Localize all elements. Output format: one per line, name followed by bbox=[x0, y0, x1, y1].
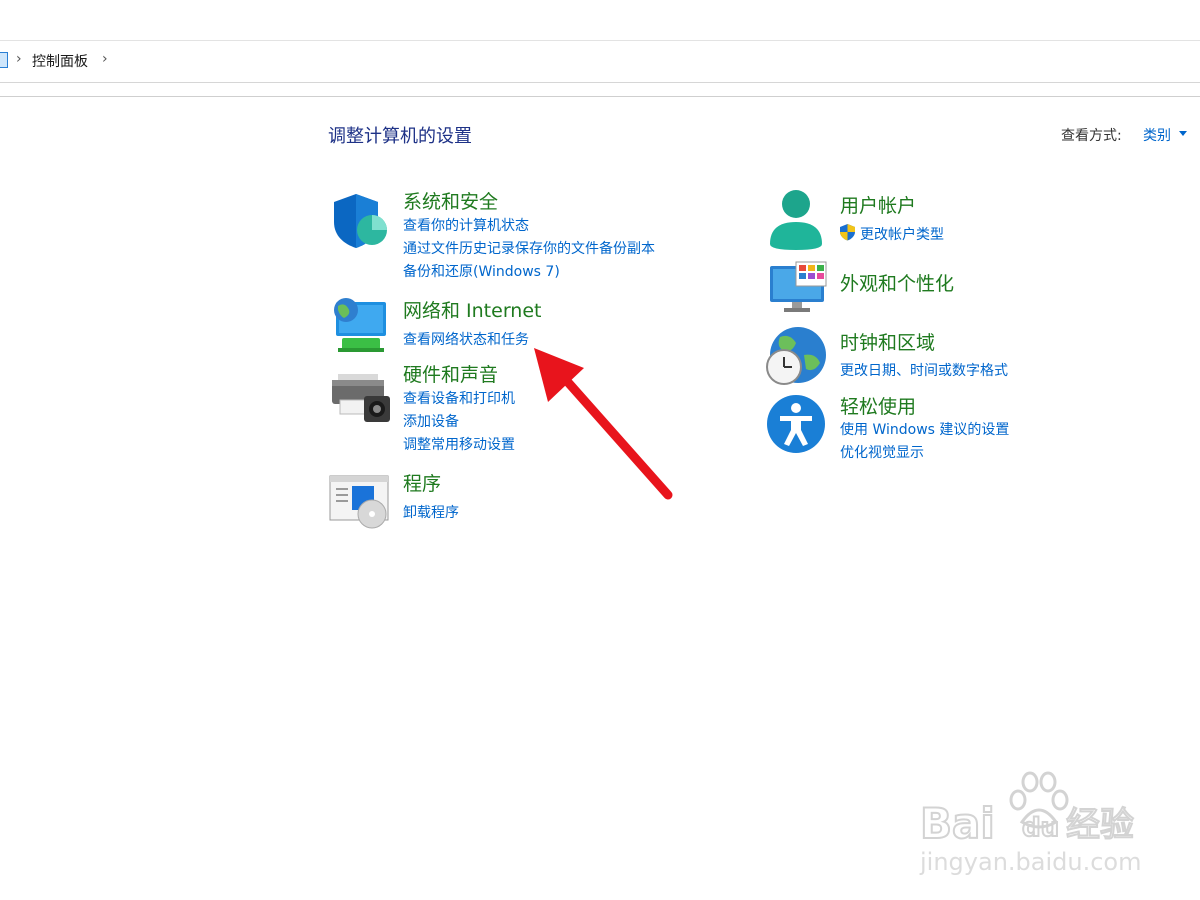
address-bar[interactable] bbox=[0, 41, 1200, 83]
baidu-watermark-logo: Bai du 经验 jingyan.baidu.com bbox=[919, 771, 1141, 876]
breadcrumb-control-panel[interactable]: 控制面板 bbox=[32, 51, 88, 71]
link-change-date-time-format[interactable]: 更改日期、时间或数字格式 bbox=[840, 360, 1008, 380]
link-view-computer-status[interactable]: 查看你的计算机状态 bbox=[403, 215, 529, 235]
svg-text:jingyan.baidu.com: jingyan.baidu.com bbox=[919, 848, 1141, 876]
link-network-status-tasks[interactable]: 查看网络状态和任务 bbox=[403, 329, 529, 349]
link-devices-printers[interactable]: 查看设备和打印机 bbox=[403, 388, 515, 408]
printer-icon[interactable] bbox=[330, 370, 392, 426]
link-change-account-type[interactable]: 更改帐户类型 bbox=[860, 224, 944, 244]
breadcrumb-chevron-icon[interactable]: › bbox=[102, 51, 108, 67]
link-recommended-settings[interactable]: 使用 Windows 建议的设置 bbox=[840, 419, 1009, 439]
category-appearance-personalization[interactable]: 外观和个性化 bbox=[840, 269, 954, 296]
category-user-accounts[interactable]: 用户帐户 bbox=[840, 191, 916, 218]
accessibility-icon[interactable] bbox=[766, 394, 826, 454]
shield-icon[interactable] bbox=[330, 190, 390, 250]
control-panel-mini-icon bbox=[0, 52, 8, 68]
category-programs[interactable]: 程序 bbox=[403, 469, 441, 496]
user-icon[interactable] bbox=[766, 188, 826, 250]
category-clock-region[interactable]: 时钟和区域 bbox=[840, 328, 935, 355]
title-bar bbox=[0, 0, 1200, 41]
breadcrumb-chevron-icon[interactable]: › bbox=[16, 51, 22, 67]
monitor-icon[interactable] bbox=[766, 260, 830, 314]
link-backup-restore[interactable]: 备份和还原(Windows 7) bbox=[403, 261, 560, 281]
svg-text:Bai: Bai bbox=[920, 799, 995, 848]
link-file-history-backup[interactable]: 通过文件历史记录保存你的文件备份副本 bbox=[403, 238, 655, 258]
category-network-internet[interactable]: 网络和 Internet bbox=[403, 296, 541, 323]
svg-text:经验: 经验 bbox=[1066, 805, 1134, 845]
svg-text:du: du bbox=[1022, 813, 1059, 843]
link-add-device[interactable]: 添加设备 bbox=[403, 411, 459, 431]
chevron-down-icon[interactable] bbox=[1179, 131, 1187, 136]
toolbar-divider bbox=[0, 96, 1200, 97]
view-by-label: 查看方式: bbox=[1061, 128, 1122, 144]
link-uninstall-program[interactable]: 卸载程序 bbox=[403, 502, 459, 522]
category-system-security[interactable]: 系统和安全 bbox=[403, 187, 498, 214]
clock-globe-icon[interactable] bbox=[764, 325, 828, 387]
page-title: 调整计算机的设置 bbox=[328, 126, 472, 147]
category-hardware-sound[interactable]: 硬件和声音 bbox=[403, 360, 498, 387]
link-optimize-visual-display[interactable]: 优化视觉显示 bbox=[840, 442, 924, 462]
view-by-dropdown[interactable]: 类别 bbox=[1143, 125, 1171, 145]
link-mobility-settings[interactable]: 调整常用移动设置 bbox=[403, 434, 515, 454]
uac-shield-icon bbox=[840, 224, 855, 241]
programs-icon[interactable] bbox=[328, 474, 392, 530]
category-ease-of-access[interactable]: 轻松使用 bbox=[840, 392, 916, 419]
network-icon[interactable] bbox=[330, 296, 390, 354]
red-annotation-arrow bbox=[534, 348, 673, 500]
